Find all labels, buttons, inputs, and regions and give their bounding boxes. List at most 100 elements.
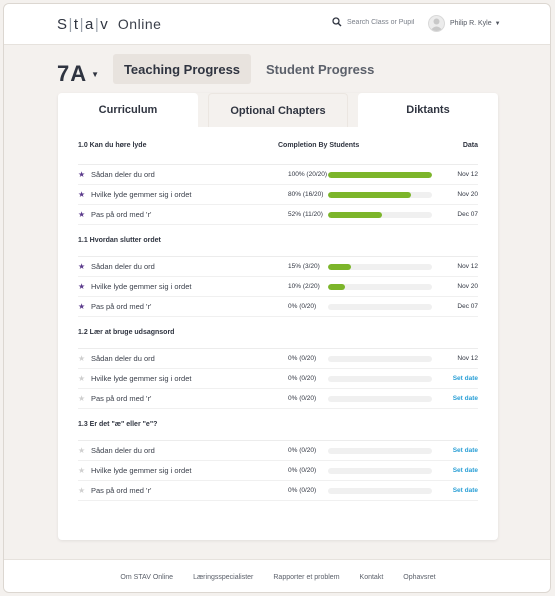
progress-bar (328, 303, 432, 310)
completion-text: 0% (0/20) (288, 375, 317, 382)
table-row[interactable]: ★ Pas på ord med 'r' 0% (0/20) Dec 07 (78, 297, 478, 317)
star-icon[interactable]: ★ (78, 210, 91, 219)
row-name-cell: ★ Hvilke lyde gemmer sig i ordet (78, 374, 288, 383)
completion-text: 0% (0/20) (288, 355, 317, 362)
logo-letter: a (85, 16, 94, 33)
row-name-cell: ★ Hvilke lyde gemmer sig i ordet (78, 282, 288, 291)
progress-fill (328, 283, 345, 290)
search-input[interactable] (347, 18, 429, 26)
star-icon[interactable]: ★ (78, 486, 91, 495)
row-name-cell: ★ Sådan deler du ord (78, 170, 288, 179)
table-row[interactable]: ★ Pas på ord med 'r' 52% (11/20) Dec 07 (78, 205, 478, 225)
progress-bar (328, 171, 432, 178)
section-title: 1.2 Lær at bruge udsagnsord (78, 317, 478, 349)
top-header: S|t|a|v Online Philip R. Kyle ▼ (4, 4, 550, 45)
search-icon (332, 17, 342, 27)
star-icon[interactable]: ★ (78, 394, 91, 403)
user-menu[interactable]: Philip R. Kyle ▼ (428, 15, 501, 32)
star-icon[interactable]: ★ (78, 282, 91, 291)
star-icon[interactable]: ★ (78, 302, 91, 311)
footer-link[interactable]: Ophavsret (403, 574, 435, 581)
tab-student-progress[interactable]: Student Progress (266, 54, 374, 84)
progress-fill (328, 171, 432, 178)
progress-bar (328, 447, 432, 454)
subtab-optional-chapters[interactable]: Optional Chapters (208, 93, 348, 127)
subtab-curriculum[interactable]: Curriculum (58, 93, 198, 127)
star-icon[interactable]: ★ (78, 466, 91, 475)
progress-bar (328, 191, 432, 198)
class-selector[interactable]: 7A ▼ (57, 60, 99, 88)
progress-bar (328, 355, 432, 362)
date-cell: Nov 12 (457, 355, 478, 362)
logo-brand: S|t|a|v (57, 16, 109, 33)
caret-down-icon: ▼ (91, 69, 100, 79)
row-name-cell: ★ Pas på ord med 'r' (78, 394, 288, 403)
table-row[interactable]: ★ Hvilke lyde gemmer sig i ordet 0% (0/20)… (78, 369, 478, 389)
table-row[interactable]: ★ Sådan deler du ord 0% (0/20) Nov 12 (78, 349, 478, 369)
row-label: Sådan deler du ord (91, 170, 155, 179)
completion-text: 10% (2/20) (288, 283, 320, 290)
logo[interactable]: S|t|a|v Online (57, 16, 161, 33)
row-label: Sådan deler du ord (91, 446, 155, 455)
progress-fill (328, 263, 351, 270)
set-date-link[interactable]: Set date (432, 467, 478, 474)
caret-down-icon: ▼ (494, 20, 501, 27)
footer: Om STAV Online Læringsspecialister Rapport… (4, 559, 550, 592)
star-icon[interactable]: ★ (78, 262, 91, 271)
table-row[interactable]: ★ Hvilke lyde gemmer sig i ordet 80% (16/2… (78, 185, 478, 205)
search-box[interactable] (332, 17, 429, 27)
date-cell: Nov 20 (457, 191, 478, 198)
table-row[interactable]: ★ Hvilke lyde gemmer sig i ordet 10% (2/20… (78, 277, 478, 297)
completion-text: 100% (20/20) (288, 171, 328, 178)
table-row[interactable]: ★ Sådan deler du ord 100% (20/20) Nov 12 (78, 165, 478, 185)
row-label: Hvilke lyde gemmer sig i ordet (91, 466, 192, 475)
table-row[interactable]: ★ Hvilke lyde gemmer sig i ordet 0% (0/20)… (78, 461, 478, 481)
user-icon (430, 18, 443, 31)
set-date-link[interactable]: Set date (432, 487, 478, 494)
star-icon[interactable]: ★ (78, 354, 91, 363)
table-row[interactable]: ★ Pas på ord med 'r' 0% (0/20) Set date (78, 481, 478, 501)
row-name-cell: ★ Pas på ord med 'r' (78, 302, 288, 311)
completion-text: 0% (0/20) (288, 303, 317, 310)
row-label: Sådan deler du ord (91, 262, 155, 271)
table-row[interactable]: ★ Sådan deler du ord 15% (3/20) Nov 12 (78, 257, 478, 277)
table-row[interactable]: ★ Sådan deler du ord 0% (0/20) Set date (78, 441, 478, 461)
section-title: 1.3 Er det "æ" eller "e"? (78, 409, 478, 441)
app-window: S|t|a|v Online Philip R. Kyle ▼ 7A ▼ Tea… (3, 3, 551, 593)
footer-link[interactable]: Læringsspecialister (193, 574, 253, 581)
row-label: Pas på ord med 'r' (91, 302, 152, 311)
progress-bar (328, 395, 432, 402)
row-label: Sådan deler du ord (91, 354, 155, 363)
logo-letter: S (57, 16, 68, 33)
avatar (428, 15, 445, 32)
row-label: Hvilke lyde gemmer sig i ordet (91, 282, 192, 291)
tab-teaching-progress[interactable]: Teaching Progress (113, 54, 251, 84)
star-icon[interactable]: ★ (78, 170, 91, 179)
completion-text: 0% (0/20) (288, 487, 317, 494)
footer-link[interactable]: Kontakt (360, 574, 384, 581)
row-label: Pas på ord med 'r' (91, 210, 152, 219)
progress-bar (328, 211, 432, 218)
star-icon[interactable]: ★ (78, 374, 91, 383)
date-cell: Nov 12 (457, 263, 478, 270)
set-date-link[interactable]: Set date (432, 395, 478, 402)
row-label: Hvilke lyde gemmer sig i ordet (91, 374, 192, 383)
progress-bar (328, 263, 432, 270)
date-cell: Dec 07 (457, 303, 478, 310)
progress-fill (328, 211, 383, 218)
footer-link[interactable]: Rapporter et problem (273, 574, 339, 581)
set-date-link[interactable]: Set date (432, 375, 478, 382)
subtab-bar: Curriculum Optional Chapters Diktants (58, 93, 498, 127)
subtab-diktants[interactable]: Diktants (358, 93, 498, 127)
star-icon[interactable]: ★ (78, 446, 91, 455)
row-name-cell: ★ Sådan deler du ord (78, 446, 288, 455)
date-cell: Dec 07 (457, 211, 478, 218)
header-date: Data (462, 142, 478, 149)
table-row[interactable]: ★ Pas på ord med 'r' 0% (0/20) Set date (78, 389, 478, 409)
star-icon[interactable]: ★ (78, 190, 91, 199)
header-section-title: 1.0 Kan du høre lyde (78, 142, 147, 149)
date-cell: Nov 12 (457, 171, 478, 178)
footer-link[interactable]: Om STAV Online (120, 574, 173, 581)
completion-text: 0% (0/20) (288, 395, 317, 402)
set-date-link[interactable]: Set date (432, 447, 478, 454)
